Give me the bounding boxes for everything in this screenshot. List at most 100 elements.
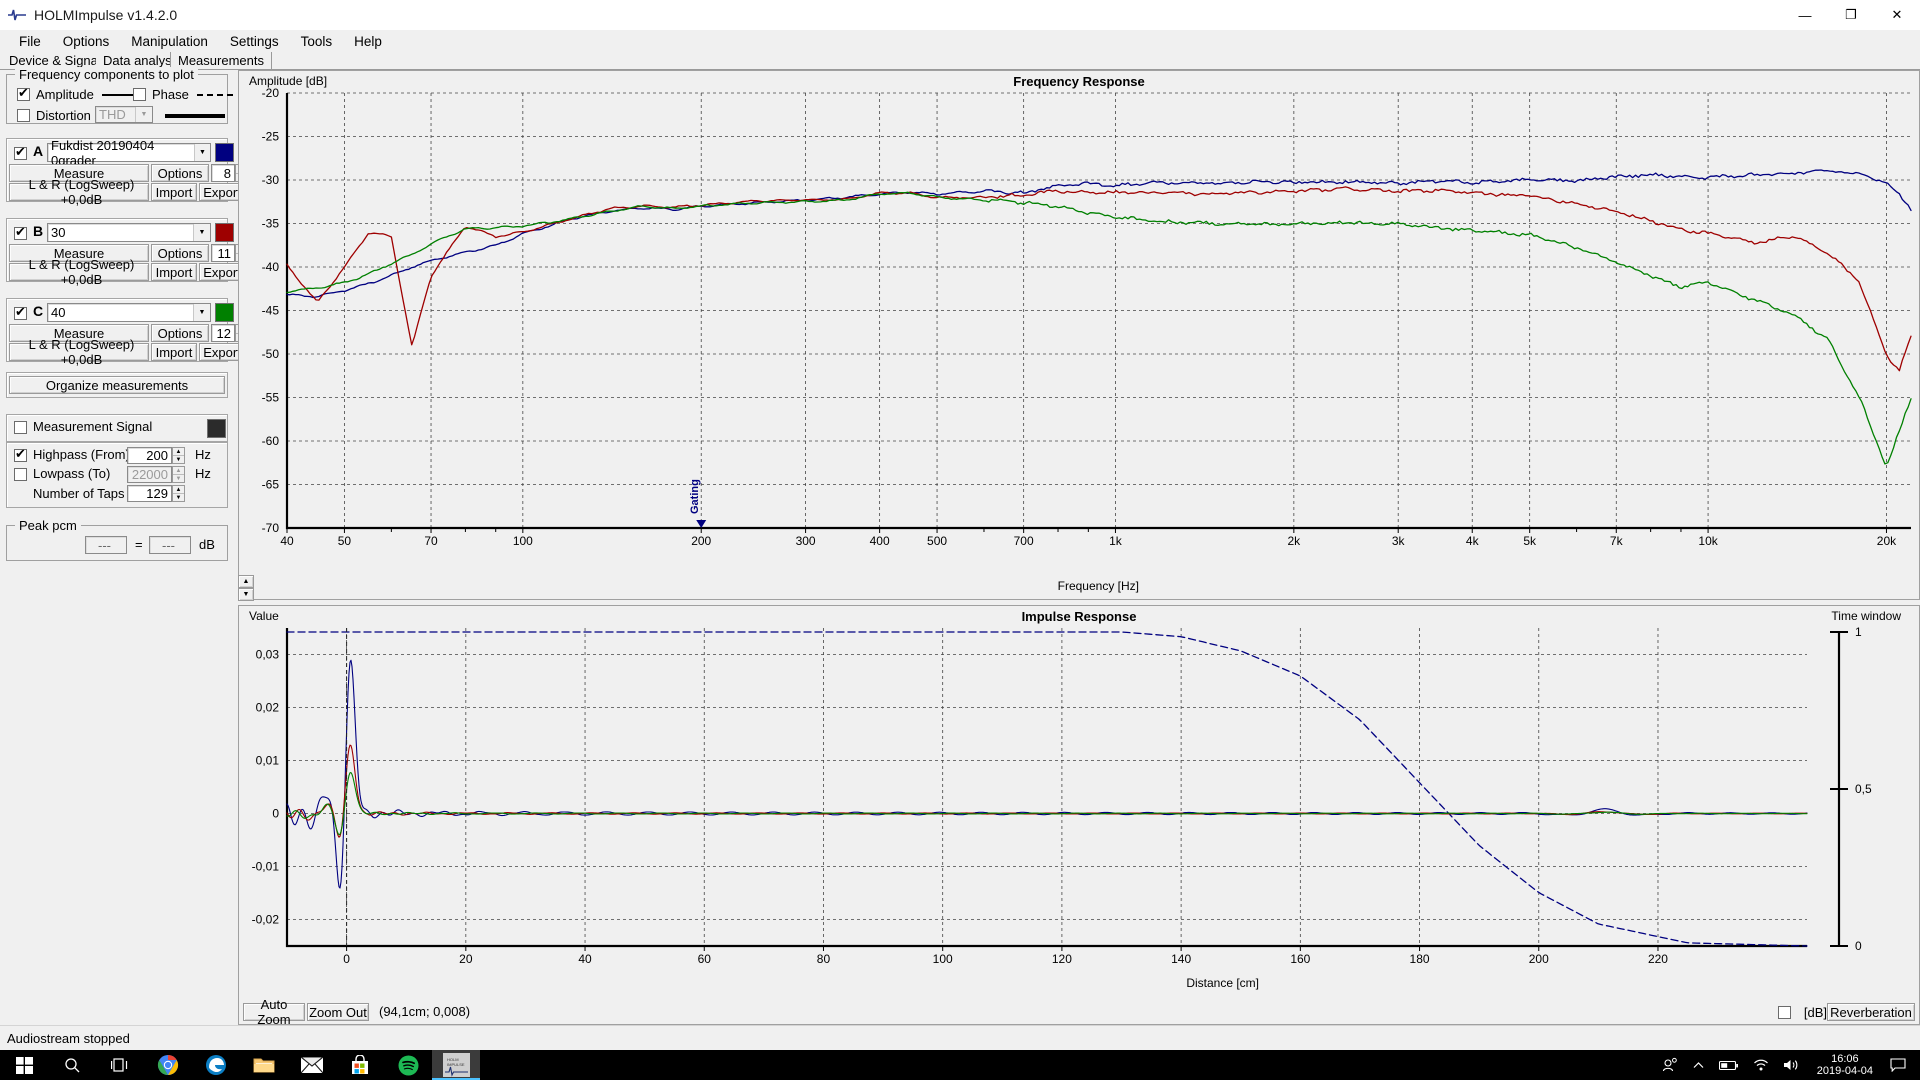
measurement-row-c: C 40 ▼ Measure Options 12 ▲▼ L & R (LogS… [6, 298, 248, 367]
amplitude-checkbox[interactable] [17, 85, 30, 101]
highpass-spinner[interactable]: ▲ ▼ [172, 447, 185, 464]
organize-measurements-button[interactable]: Organize measurements [9, 376, 225, 394]
chevron-down-icon[interactable]: ▼ [193, 144, 210, 161]
measurement-a-id: A [33, 143, 44, 159]
chevron-down-icon[interactable]: ▼ [135, 107, 152, 122]
svg-text:700: 700 [1014, 534, 1034, 548]
measurement-c-source-button[interactable]: L & R (LogSweep) +0,0dB [9, 337, 149, 367]
measurement-b-number-input[interactable]: 11 [211, 244, 235, 262]
highpass-checkbox[interactable] [14, 446, 27, 462]
measurement-b-import-button[interactable]: Import [151, 263, 197, 281]
svg-text:IMPULSE: IMPULSE [447, 1062, 465, 1067]
volume-icon[interactable] [1776, 1058, 1807, 1072]
phase-checkbox[interactable] [133, 88, 146, 101]
db-checkbox[interactable] [1778, 1006, 1791, 1019]
reverberation-button[interactable]: Reverberation [1827, 1003, 1915, 1021]
impulse-response-plot[interactable]: 0,03 0,02 0,01 0 -0,01 -0,02 0 20 40 60 80 100 120 14… [239, 606, 1919, 986]
svg-text:-30: -30 [262, 173, 280, 187]
svg-text:20k: 20k [1877, 534, 1897, 548]
frequency-response-plot[interactable]: -20 -25 -30 -35 -40 -45 -50 -55 -60 -65 -7040 50 70 1… [239, 71, 1919, 599]
measurement-c-number-input[interactable]: 12 [211, 324, 235, 342]
start-button[interactable] [0, 1050, 48, 1080]
highpass-input[interactable]: 200 [127, 447, 172, 464]
distortion-checkbox-row[interactable]: Distortion [17, 108, 91, 123]
measurement-b-options-button[interactable]: Options [151, 244, 209, 262]
amplitude-checkbox-row[interactable]: Amplitude [17, 85, 138, 102]
search-button[interactable] [48, 1050, 96, 1080]
menu-item-settings[interactable]: Settings [219, 32, 290, 51]
people-icon[interactable] [1655, 1057, 1685, 1073]
menu-item-file[interactable]: File [8, 32, 52, 51]
taps-spinner[interactable]: ▲ ▼ [172, 485, 185, 502]
svg-text:50: 50 [338, 534, 352, 548]
chevron-up-icon[interactable] [1685, 1059, 1712, 1072]
phase-checkbox-row[interactable]: Phase [133, 87, 233, 102]
store-button[interactable] [336, 1050, 384, 1080]
task-view-button[interactable] [96, 1050, 144, 1080]
maximize-button[interactable]: ❐ [1828, 0, 1874, 30]
lowpass-checkbox[interactable] [14, 468, 27, 481]
scroll-down-button[interactable]: ▼ [238, 588, 254, 601]
menu-item-tools[interactable]: Tools [290, 32, 344, 51]
menu-item-help[interactable]: Help [343, 32, 393, 51]
impulse-response-panel: Value Impulse Response Time window Dista… [238, 605, 1920, 1027]
chevron-down-icon[interactable]: ▼ [193, 224, 210, 241]
measurement-signal-panel: Measurement Signal [6, 414, 228, 442]
measurement-signal-color-swatch[interactable] [207, 419, 226, 438]
mail-button[interactable] [288, 1050, 336, 1080]
svg-text:200: 200 [691, 534, 711, 548]
svg-text:70: 70 [424, 534, 438, 548]
lowpass-spinner[interactable]: ▲ ▼ [172, 466, 185, 483]
measurement-a-checkbox[interactable] [14, 144, 27, 160]
notification-icon[interactable] [1883, 1058, 1920, 1072]
svg-text:20: 20 [459, 952, 473, 966]
lowpass-input[interactable]: 22000 [127, 466, 172, 483]
measurement-a-color-swatch[interactable] [215, 143, 234, 162]
auto-zoom-button[interactable]: Auto Zoom [243, 997, 305, 1027]
zoom-out-button[interactable]: Zoom Out [307, 1003, 369, 1021]
wifi-icon[interactable] [1746, 1058, 1776, 1072]
edge-button[interactable] [192, 1050, 240, 1080]
left-control-panel: Frequency components to plot Amplitude P… [0, 67, 248, 1025]
measurement-a-source-button[interactable]: L & R (LogSweep) +0,0dB [9, 177, 149, 207]
measurement-b-checkbox[interactable] [14, 224, 27, 240]
explorer-button[interactable] [240, 1050, 288, 1080]
holmimpulse-button[interactable]: HOLM IMPULSE [432, 1050, 480, 1080]
lowpass-unit: Hz [195, 466, 211, 481]
measurement-b-color-swatch[interactable] [215, 223, 234, 242]
measurement-a-import-button[interactable]: Import [151, 183, 197, 201]
spotify-button[interactable] [384, 1050, 432, 1080]
scroll-up-button[interactable]: ▲ [238, 575, 254, 588]
measurement-c-import-button[interactable]: Import [151, 343, 197, 361]
measurement-c-options-button[interactable]: Options [151, 324, 209, 342]
svg-text:80: 80 [817, 952, 831, 966]
minimize-button[interactable]: — [1782, 0, 1828, 30]
svg-text:-0,01: -0,01 [252, 860, 280, 874]
measurement-signal-checkbox[interactable] [14, 421, 27, 434]
chevron-down-icon[interactable]: ▼ [193, 304, 210, 321]
svg-text:10k: 10k [1698, 534, 1718, 548]
plot-vertical-scroller[interactable]: ▲ ▼ [238, 575, 254, 601]
measurement-c-checkbox[interactable] [14, 304, 27, 320]
svg-text:120: 120 [1052, 952, 1072, 966]
measurement-b-name-select[interactable]: 30 ▼ [47, 223, 211, 242]
svg-text:-20: -20 [262, 86, 280, 100]
clock[interactable]: 16:06 2019-04-04 [1807, 1053, 1883, 1077]
measurement-row-a: A Fukdist 20190404 0grader ▼ Measure Opt… [6, 138, 248, 207]
battery-icon[interactable] [1712, 1059, 1746, 1072]
close-button[interactable]: ✕ [1874, 0, 1920, 30]
taps-input[interactable]: 129 [127, 485, 172, 502]
menu-item-manipulation[interactable]: Manipulation [120, 32, 219, 51]
measurement-a-name-select[interactable]: Fukdist 20190404 0grader ▼ [47, 138, 211, 168]
measurement-c-color-swatch[interactable] [215, 303, 234, 322]
measurement-c-name-select[interactable]: 40 ▼ [47, 303, 211, 322]
measurement-a-options-button[interactable]: Options [151, 164, 209, 182]
distortion-mode-select[interactable]: THD ▼ [95, 106, 153, 123]
measurement-b-source-button[interactable]: L & R (LogSweep) +0,0dB [9, 257, 149, 287]
menu-item-options[interactable]: Options [52, 32, 121, 51]
highpass-unit: Hz [195, 447, 211, 462]
measurement-a-number-input[interactable]: 8 [211, 164, 235, 182]
distortion-checkbox[interactable] [17, 109, 30, 122]
chrome-button[interactable] [144, 1050, 192, 1080]
measurement-c-id: C [33, 303, 44, 319]
